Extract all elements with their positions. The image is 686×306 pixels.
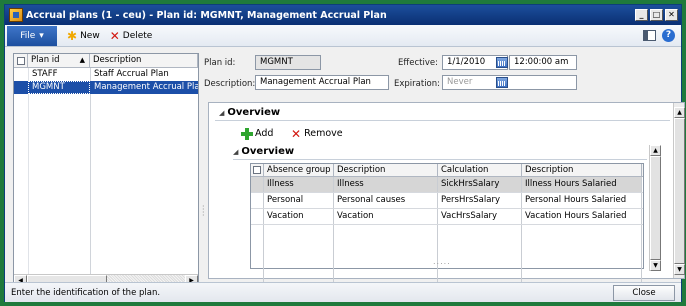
delete-label: Delete — [122, 30, 153, 41]
detail-panel: ◢ Overview Add ✕ Remove ◢ Overview Absence… — [208, 102, 685, 285]
app-icon — [9, 8, 23, 22]
scroll-up-icon[interactable]: ▲ — [650, 145, 661, 156]
add-plus-icon — [241, 128, 253, 140]
list-item-selected[interactable]: MGMNT Management Accrual Plan — [14, 81, 198, 94]
scroll-thumb[interactable] — [674, 118, 685, 264]
sort-ascending-icon: ▲ — [79, 56, 85, 64]
absence-grid: Absence group Description Calculation De… — [250, 163, 644, 285]
delete-button[interactable]: ✕ Delete — [109, 28, 153, 43]
close-button[interactable]: Close — [613, 285, 675, 301]
outer-frame: Accrual plans (1 - ceu) - Plan id: MGMNT… — [0, 0, 686, 306]
calendar-icon[interactable] — [496, 77, 508, 88]
remove-label: Remove — [304, 128, 343, 139]
description-cell: Personal causes — [334, 193, 438, 208]
group-cell: Personal — [264, 193, 334, 208]
delete-x-icon: ✕ — [109, 28, 120, 43]
scroll-thumb[interactable] — [650, 156, 661, 260]
plan-list: Plan id ▲ Description STAFF Staff Accrual… — [13, 53, 199, 288]
column-header-calculation[interactable]: Calculation — [438, 164, 522, 176]
column-header-absence-group[interactable]: Absence group — [264, 164, 334, 176]
calculation-cell: SickHrsSalary — [438, 177, 522, 192]
calc-description-cell: Vacation Hours Salaried — [522, 209, 642, 224]
new-label: New — [80, 30, 100, 41]
minimize-button[interactable]: _ — [635, 9, 648, 21]
collapse-triangle-icon: ◢ — [233, 148, 239, 156]
maximize-button[interactable]: □ — [650, 9, 663, 21]
accrual-plans-window: Accrual plans (1 - ceu) - Plan id: MGMNT… — [4, 4, 685, 302]
status-text: Enter the identification of the plan. — [11, 288, 161, 298]
calendar-icon[interactable] — [496, 57, 508, 68]
file-menu-button[interactable]: File ▾ — [7, 25, 57, 46]
plan-description-cell: Management Accrual Plan — [94, 82, 198, 92]
plan-id-field[interactable]: MGMNT — [255, 55, 321, 70]
plan-description-cell: Staff Accrual Plan — [94, 69, 169, 79]
group-cell: Illness — [264, 177, 334, 192]
file-label: File — [20, 30, 36, 41]
toolbar: File ▾ ✱ New ✕ Delete ? — [5, 25, 681, 47]
column-header-plan-id[interactable]: Plan id ▲ — [28, 54, 90, 67]
grid-header: Absence group Description Calculation De… — [251, 164, 643, 177]
status-bar: Enter the identification of the plan. Cl… — [5, 282, 681, 302]
panel-toggle-icon[interactable] — [643, 30, 656, 41]
calculation-cell: VacHrsSalary — [438, 209, 522, 224]
description-label: Description: — [204, 79, 256, 89]
table-row[interactable]: Illness Illness SickHrsSalary Illness Ho… — [251, 177, 643, 193]
effective-time-field[interactable]: 12:00:00 am — [509, 55, 577, 70]
outer-vertical-scrollbar[interactable]: ▲ ▼ — [673, 103, 685, 278]
chevron-down-icon: ▾ — [39, 30, 44, 41]
expiration-label: Expiration: — [394, 79, 441, 89]
splitter-handle[interactable]: · · · · — [202, 203, 205, 220]
close-window-button[interactable]: ✕ — [665, 9, 678, 21]
column-header-description[interactable]: Description — [334, 164, 438, 176]
column-header-description[interactable]: Description — [90, 54, 198, 67]
calculation-cell: PersHrsSalary — [438, 193, 522, 208]
calc-description-cell: Personal Hours Salaried — [522, 193, 642, 208]
inner-vertical-scrollbar[interactable]: ▲ ▼ — [649, 145, 661, 271]
add-label: Add — [255, 128, 274, 139]
plan-id-cell: MGMNT — [28, 81, 90, 94]
collapse-triangle-icon: ◢ — [219, 109, 225, 117]
remove-button[interactable]: ✕ Remove — [291, 126, 343, 141]
calc-description-cell: Illness Hours Salaried — [522, 177, 642, 192]
title-bar[interactable]: Accrual plans (1 - ceu) - Plan id: MGMNT… — [5, 5, 681, 25]
plan-list-header: Plan id ▲ Description — [14, 54, 198, 68]
description-cell: Vacation — [334, 209, 438, 224]
description-cell: Illness — [334, 177, 438, 192]
scroll-down-icon[interactable]: ▼ — [650, 260, 661, 271]
select-all-checkbox[interactable] — [14, 54, 28, 67]
scroll-up-icon[interactable]: ▲ — [674, 107, 685, 118]
add-button[interactable]: Add — [241, 128, 274, 140]
description-field[interactable]: Management Accrual Plan — [255, 75, 389, 90]
group-cell: Vacation — [264, 209, 334, 224]
scroll-down-icon[interactable]: ▼ — [674, 264, 685, 275]
expiration-field[interactable]: Never — [442, 75, 577, 90]
grid-select-all-checkbox[interactable] — [251, 164, 264, 176]
effective-label: Effective: — [398, 58, 438, 68]
list-item[interactable]: STAFF Staff Accrual Plan — [14, 68, 198, 81]
window-title: Accrual plans (1 - ceu) - Plan id: MGMNT… — [26, 9, 387, 21]
table-row[interactable]: Personal Personal causes PersHrsSalary P… — [251, 193, 643, 209]
new-star-icon: ✱ — [67, 28, 78, 43]
help-icon[interactable]: ? — [662, 29, 675, 42]
new-button[interactable]: ✱ New — [67, 28, 100, 43]
plan-id-label: Plan id: — [204, 58, 236, 68]
inner-overview-header[interactable]: ◢ Overview — [233, 146, 294, 157]
remove-x-icon: ✕ — [291, 126, 302, 141]
overview-section-header[interactable]: ◢ Overview — [219, 107, 280, 118]
table-row[interactable]: Vacation Vacation VacHrsSalary Vacation … — [251, 209, 643, 225]
plan-id-cell: STAFF — [32, 69, 58, 79]
column-header-calc-description[interactable]: Description — [522, 164, 642, 176]
resize-grip[interactable]: ..... — [433, 257, 451, 266]
